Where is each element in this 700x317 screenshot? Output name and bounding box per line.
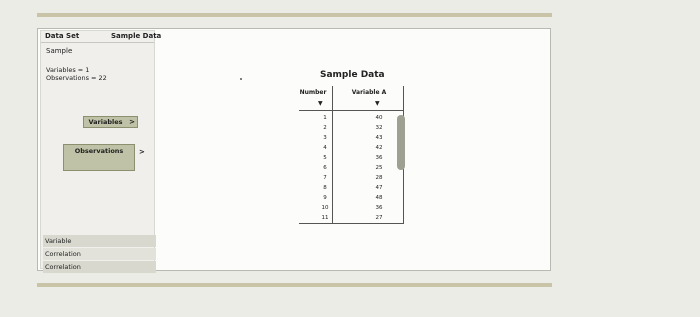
sidebar-item-variable[interactable]: Variable — [43, 235, 156, 247]
column-header-number[interactable]: Number — [299, 89, 327, 96]
header-divider — [299, 110, 403, 111]
sidebar-item-correlation-2[interactable]: Correlation — [43, 261, 156, 273]
cell-variable-a: 25 — [375, 165, 383, 171]
sidebar-header: Data Set Sample Data — [41, 31, 161, 43]
cell-variable-a: 36 — [375, 205, 383, 211]
cell-variable-a: 47 — [375, 185, 383, 191]
page-title: Sample Data — [320, 70, 385, 80]
observations-button-label: Observations — [74, 147, 124, 155]
cell-variable-a: 36 — [375, 155, 383, 161]
stray-dot — [240, 78, 242, 80]
scrollbar-thumb[interactable] — [397, 115, 405, 170]
variables-button-label: Variables — [88, 118, 123, 126]
cell-number: 5 — [323, 155, 327, 161]
scrollbar[interactable] — [397, 115, 405, 170]
data-set-label: Data Set — [45, 32, 80, 40]
cell-number: 2 — [323, 125, 327, 131]
observations-button[interactable]: Observations — [63, 144, 135, 171]
column-header-variable-a[interactable]: Variable A — [339, 89, 399, 96]
cell-variable-a: 43 — [375, 135, 383, 141]
cell-number: 1 — [323, 115, 327, 121]
cell-variable-a: 42 — [375, 145, 383, 151]
top-divider — [37, 13, 552, 17]
cell-variable-a: 27 — [375, 215, 383, 221]
cell-variable-a: 32 — [375, 125, 383, 131]
chevron-right-icon: > — [139, 148, 145, 156]
cell-number: 10 — [321, 205, 329, 211]
sample-label: Sample — [46, 47, 73, 55]
cell-number: 6 — [323, 165, 327, 171]
variables-button[interactable]: Variables > — [83, 116, 138, 128]
cell-number: 3 — [323, 135, 327, 141]
observations-count: Observations = 22 — [46, 74, 107, 82]
cell-variable-a: 28 — [375, 175, 383, 181]
table-border-bottom — [299, 223, 403, 224]
variables-count: Variables = 1 — [46, 66, 90, 74]
cell-number: 9 — [323, 195, 327, 201]
cell-number: 7 — [323, 175, 327, 181]
sidebar-item-correlation[interactable]: Correlation — [43, 248, 156, 260]
app-panel: Data Set Sample Data Sample Variables = … — [37, 28, 551, 273]
sort-down-icon[interactable]: ▼ — [318, 100, 323, 107]
cell-number: 11 — [321, 215, 329, 221]
cell-number: 4 — [323, 145, 327, 151]
bottom-divider — [37, 283, 552, 287]
sample-data-link[interactable]: Sample Data — [111, 31, 161, 42]
cell-variable-a: 40 — [375, 115, 383, 121]
sidebar: Data Set Sample Data Sample Variables = … — [40, 30, 161, 273]
cell-number: 8 — [323, 185, 327, 191]
sort-down-icon[interactable]: ▼ — [375, 100, 380, 107]
cell-variable-a: 48 — [375, 195, 383, 201]
chevron-right-icon: > — [129, 118, 135, 126]
